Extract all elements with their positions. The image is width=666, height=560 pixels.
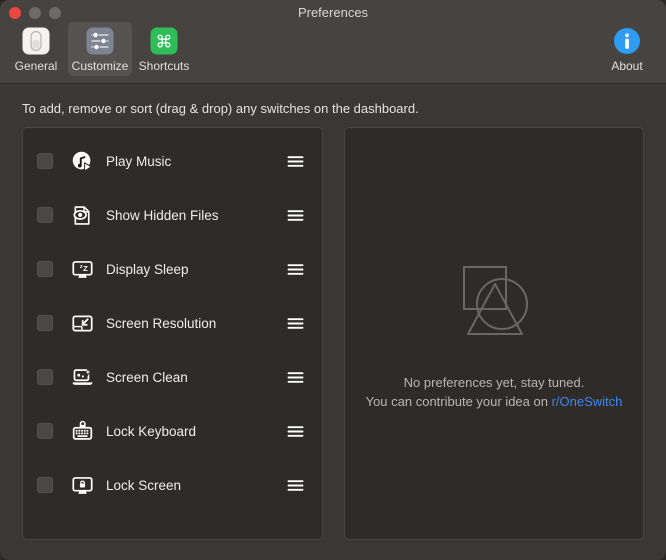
list-item[interactable]: Screen Clean (23, 350, 322, 404)
list-item-label: Lock Keyboard (106, 424, 287, 439)
title-bar: Preferences General (0, 0, 666, 84)
list-item[interactable]: Lock Keyboard (23, 404, 322, 458)
list-item[interactable]: Screen Resolution (23, 296, 322, 350)
preferences-window: Preferences General (0, 0, 666, 560)
lock-screen-icon (70, 473, 94, 497)
tab-general[interactable]: General (4, 22, 68, 76)
empty-state-line1: No preferences yet, stay tuned. (366, 374, 623, 393)
svg-text:Z: Z (83, 264, 88, 273)
empty-state-line2-prefix: You can contribute your idea on (366, 394, 552, 409)
switch-checkbox[interactable] (37, 153, 53, 169)
switch-checkbox[interactable] (37, 315, 53, 331)
preferences-detail-panel: No preferences yet, stay tuned. You can … (344, 127, 644, 540)
drag-handle-icon[interactable] (287, 155, 304, 168)
about-button[interactable]: About (596, 22, 658, 76)
eye-document-icon (70, 203, 94, 227)
tab-customize-label: Customize (72, 59, 129, 73)
switch-checkbox[interactable] (37, 477, 53, 493)
toolbar-tabs: General Customize (4, 22, 196, 76)
toggle-switch-icon (21, 26, 51, 56)
lock-keyboard-icon (70, 419, 94, 443)
list-item[interactable]: Lock Screen (23, 458, 322, 512)
drag-handle-icon[interactable] (287, 263, 304, 276)
list-item-label: Screen Clean (106, 370, 287, 385)
switch-checkbox[interactable] (37, 423, 53, 439)
drag-handle-icon[interactable] (287, 479, 304, 492)
shapes-placeholder-icon (448, 256, 540, 348)
switch-checkbox[interactable] (37, 207, 53, 223)
list-item-label: Play Music (106, 154, 287, 169)
empty-state-text: No preferences yet, stay tuned. You can … (366, 374, 623, 412)
info-circle-icon (612, 26, 642, 56)
drag-handle-icon[interactable] (287, 425, 304, 438)
switch-checkbox[interactable] (37, 261, 53, 277)
tab-shortcuts[interactable]: ⌘ Shortcuts (132, 22, 196, 76)
screen-resolution-icon (70, 311, 94, 335)
list-item-label: Lock Screen (106, 478, 287, 493)
svg-text:⌘: ⌘ (156, 33, 173, 53)
list-item[interactable]: Show Hidden Files (23, 188, 322, 242)
list-item[interactable]: z Z Display Sleep (23, 242, 322, 296)
screen-clean-icon (70, 365, 94, 389)
instruction-text: To add, remove or sort (drag & drop) any… (22, 101, 419, 116)
list-item-label: Display Sleep (106, 262, 287, 277)
command-key-icon: ⌘ (149, 26, 179, 56)
about-label: About (611, 59, 642, 73)
switch-list: Play Music (23, 128, 322, 512)
display-sleep-icon: z Z (70, 257, 94, 281)
list-item-label: Screen Resolution (106, 316, 287, 331)
panels-container: Play Music (22, 127, 644, 540)
tab-general-label: General (15, 59, 58, 73)
list-item-label: Show Hidden Files (106, 208, 287, 223)
oneswitch-link[interactable]: r/OneSwitch (552, 394, 623, 409)
tab-shortcuts-label: Shortcuts (139, 59, 190, 73)
empty-state-line2: You can contribute your idea on r/OneSwi… (366, 393, 623, 412)
switch-list-panel: Play Music (22, 127, 323, 540)
empty-state: No preferences yet, stay tuned. You can … (345, 128, 643, 539)
drag-handle-icon[interactable] (287, 371, 304, 384)
tab-customize[interactable]: Customize (68, 22, 132, 76)
drag-handle-icon[interactable] (287, 317, 304, 330)
window-title: Preferences (0, 5, 666, 20)
drag-handle-icon[interactable] (287, 209, 304, 222)
sliders-icon (85, 26, 115, 56)
list-item[interactable]: Play Music (23, 134, 322, 188)
switch-checkbox[interactable] (37, 369, 53, 385)
music-play-icon (70, 149, 94, 173)
